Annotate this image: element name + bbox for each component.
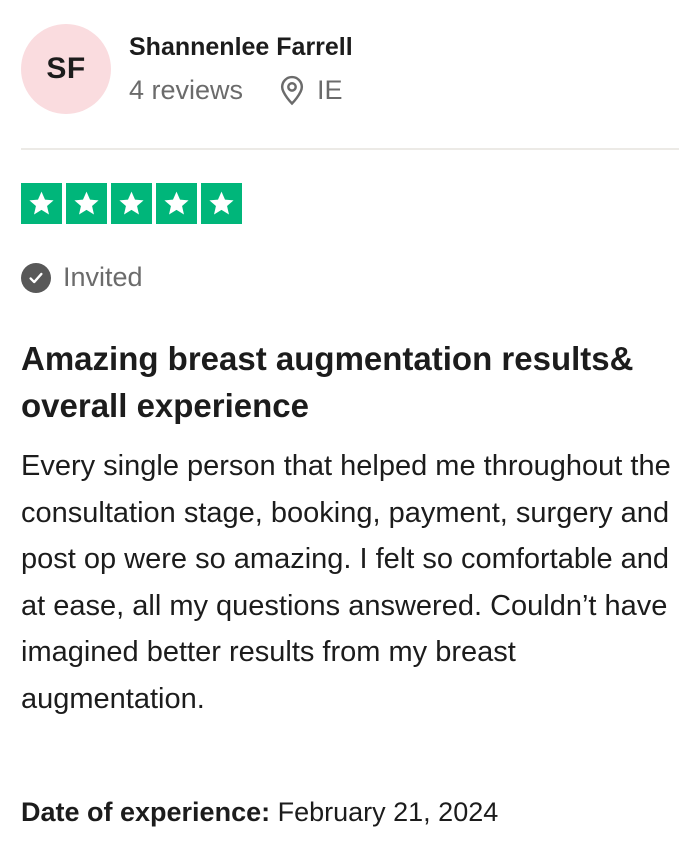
- check-circle-icon: [21, 262, 51, 293]
- reviewer-location: IE: [277, 74, 343, 106]
- reviewer-meta: Shannenlee Farrell 4 reviews IE: [129, 24, 353, 106]
- invited-label: Invited: [63, 262, 143, 292]
- date-of-experience: Date of experience: February 21, 2024: [21, 797, 498, 828]
- star-rating: [21, 183, 246, 224]
- reviewer-sub: 4 reviews IE: [129, 74, 353, 106]
- star-icon: [156, 183, 197, 224]
- reviewer-name[interactable]: Shannenlee Farrell: [129, 30, 353, 64]
- review-count: 4 reviews: [129, 74, 244, 105]
- date-label: Date of experience:: [21, 797, 271, 827]
- star-icon: [111, 183, 152, 224]
- avatar[interactable]: SF: [21, 24, 111, 114]
- invited-badge[interactable]: Invited: [21, 262, 143, 293]
- review-title[interactable]: Amazing breast augmentation results& ove…: [21, 335, 671, 429]
- star-icon: [201, 183, 242, 224]
- divider: [21, 148, 679, 150]
- date-value: February 21, 2024: [277, 797, 499, 827]
- reviewer-country: IE: [317, 74, 343, 105]
- star-icon: [21, 183, 62, 224]
- review-body: Every single person that helped me throu…: [21, 450, 671, 715]
- location-pin-icon: [277, 74, 307, 106]
- star-icon: [66, 183, 107, 224]
- reviewer-header: SF Shannenlee Farrell 4 reviews IE: [21, 24, 353, 114]
- review-card: SF Shannenlee Farrell 4 reviews IE Invit…: [0, 0, 700, 862]
